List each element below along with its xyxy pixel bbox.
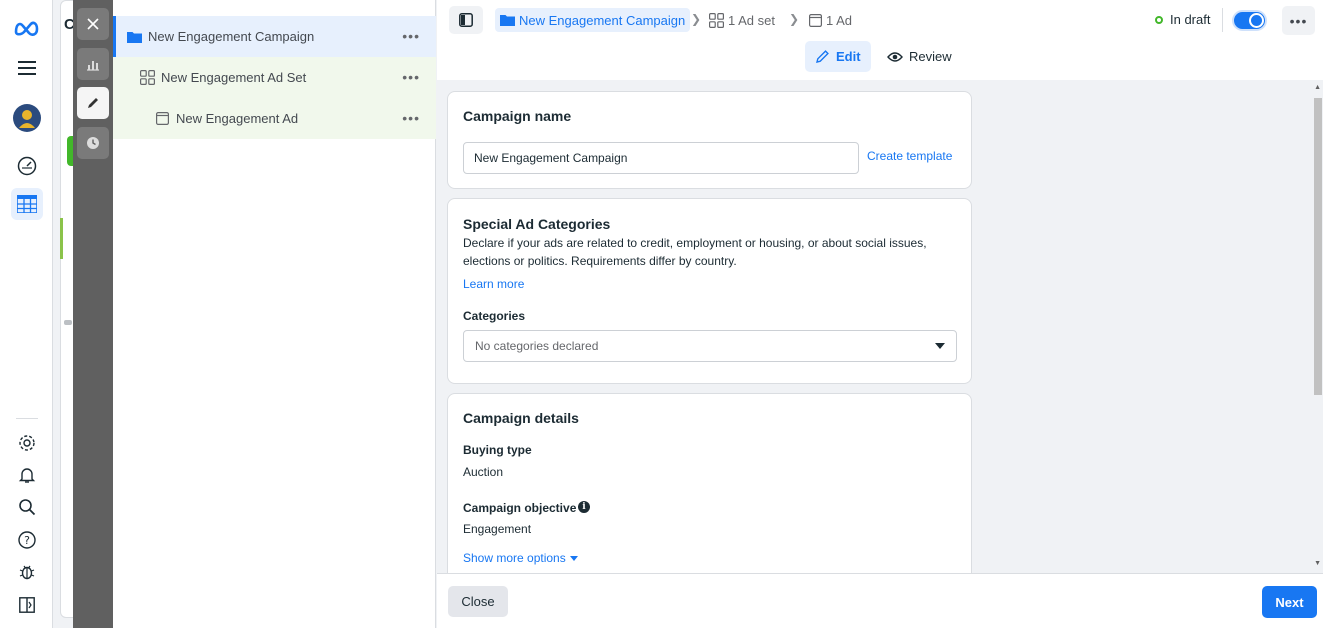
bar-chart-icon (87, 61, 99, 71)
ad-more-options-button[interactable]: ••• (402, 110, 420, 126)
adset-grid-icon (709, 12, 724, 28)
campaign-objective-value: Engagement (463, 522, 532, 536)
special-ad-categories-heading: Special Ad Categories (463, 216, 611, 232)
learn-more-link[interactable]: Learn more (463, 277, 524, 291)
close-button[interactable]: Close (448, 586, 508, 617)
show-more-options-label: Show more options (463, 551, 566, 565)
editor-scrollbar[interactable]: ▲ ▼ (1313, 80, 1323, 573)
tree-item-adset[interactable]: New Engagement Ad Set ••• (113, 57, 436, 98)
pencil-icon (815, 49, 830, 64)
help-question-icon[interactable]: ? (11, 524, 43, 556)
breadcrumb-adset[interactable]: 1 Ad set (709, 8, 775, 32)
tool-rail (73, 0, 113, 628)
categories-dropdown[interactable]: No categories declared (463, 330, 957, 362)
edit-mode-button[interactable] (77, 87, 109, 119)
tree-item-ad[interactable]: New Engagement Ad ••• (113, 98, 436, 139)
close-icon (87, 18, 99, 30)
global-nav: ? (0, 0, 53, 628)
caret-down-icon (569, 555, 578, 561)
breadcrumb-adset-label: 1 Ad set (728, 12, 775, 28)
dashboard-gauge-icon[interactable] (11, 150, 43, 182)
folder-icon (500, 14, 515, 26)
background-scrollbar (64, 320, 72, 325)
breadcrumb-ad-label: 1 Ad (826, 12, 853, 28)
header-divider (1222, 8, 1223, 32)
tree-item-label: New Engagement Ad Set (161, 70, 307, 85)
status-dot-icon (1155, 15, 1163, 24)
bug-report-icon[interactable] (11, 556, 43, 588)
charts-button[interactable] (77, 48, 109, 80)
side-panel-toggle-icon[interactable] (11, 589, 43, 621)
campaign-name-card: Campaign name Create template (447, 91, 972, 189)
eye-icon (887, 51, 903, 63)
breadcrumb-ad[interactable]: 1 Ad (809, 8, 852, 32)
editor-scroll-area[interactable]: Campaign name Create template Special Ad… (437, 80, 1323, 573)
history-button[interactable] (77, 127, 109, 159)
toggle-tree-panel-button[interactable] (449, 6, 483, 34)
editor-footer: Close Next (437, 573, 1323, 628)
tree-item-campaign[interactable]: New Engagement Campaign ••• (113, 16, 436, 57)
caret-down-icon (935, 343, 945, 349)
clock-icon (87, 137, 99, 149)
search-icon[interactable] (11, 491, 43, 523)
campaign-details-card: Campaign details Buying type Auction Cam… (447, 393, 972, 573)
campaign-name-input[interactable] (463, 142, 859, 174)
scroll-up-icon[interactable]: ▲ (1314, 84, 1321, 91)
hamburger-menu-icon[interactable] (11, 52, 43, 84)
campaign-on-off-toggle[interactable] (1232, 10, 1267, 31)
account-avatar[interactable] (11, 102, 43, 134)
scrollbar-thumb[interactable] (1314, 98, 1322, 395)
toggle-knob (1249, 13, 1264, 28)
background-row-indicator (60, 218, 63, 259)
show-more-options-link[interactable]: Show more options (463, 551, 578, 565)
nav-divider (16, 418, 38, 419)
ad-frame-icon (154, 111, 170, 127)
chevron-right-icon: ❯ (789, 12, 800, 26)
categories-placeholder: No categories declared (475, 339, 599, 353)
campaign-name-heading: Campaign name (463, 108, 572, 124)
create-template-link[interactable]: Create template (867, 149, 952, 163)
campaign-objective-label: Campaign objective (463, 501, 577, 515)
meta-logo-icon[interactable] (11, 12, 43, 44)
tree-item-label: New Engagement Ad (176, 111, 299, 126)
status-text: In draft (1170, 12, 1211, 27)
pencil-icon (88, 98, 98, 108)
tree-item-label: New Engagement Campaign (148, 29, 315, 44)
ad-frame-icon (809, 13, 822, 27)
editor-header: New Engagement Campaign ❯ 1 Ad set ❯ 1 A… (437, 0, 1323, 80)
campaign-details-heading: Campaign details (463, 410, 579, 426)
tab-edit[interactable]: Edit (805, 41, 871, 72)
special-ad-description: Declare if your ads are related to credi… (463, 236, 927, 268)
categories-label: Categories (463, 309, 526, 323)
buying-type-label: Buying type (463, 443, 532, 457)
background-page: C (53, 0, 80, 628)
close-editor-button[interactable] (77, 8, 109, 40)
campaign-tree-panel: New Engagement Campaign ••• New Engageme… (113, 0, 436, 628)
special-ad-categories-card: Special Ad Categories Declare if your ad… (447, 198, 972, 384)
campaign-editor: New Engagement Campaign ❯ 1 Ad set ❯ 1 A… (437, 0, 1323, 628)
next-button[interactable]: Next (1262, 586, 1317, 618)
svg-text:?: ? (24, 534, 30, 547)
chevron-right-icon: ❯ (691, 12, 702, 26)
folder-icon (126, 29, 142, 45)
adset-grid-icon (139, 70, 155, 86)
header-more-options-button[interactable]: ••• (1282, 6, 1315, 35)
tab-review-label: Review (909, 49, 952, 64)
draft-status: In draft (1155, 12, 1210, 27)
settings-gear-icon[interactable] (11, 427, 43, 459)
breadcrumb-campaign-label: New Engagement Campaign (519, 12, 686, 28)
campaign-more-options-button[interactable]: ••• (402, 28, 420, 44)
info-icon[interactable]: i (578, 501, 590, 513)
scroll-down-icon[interactable]: ▼ (1314, 560, 1321, 567)
ads-manager-table-icon[interactable] (11, 188, 43, 220)
tab-review[interactable]: Review (877, 41, 962, 72)
tab-edit-label: Edit (836, 49, 861, 64)
breadcrumb-campaign[interactable]: New Engagement Campaign (495, 8, 691, 32)
adset-more-options-button[interactable]: ••• (402, 69, 420, 85)
buying-type-value: Auction (463, 465, 504, 479)
notifications-bell-icon[interactable] (11, 459, 43, 491)
panel-icon (459, 13, 473, 27)
